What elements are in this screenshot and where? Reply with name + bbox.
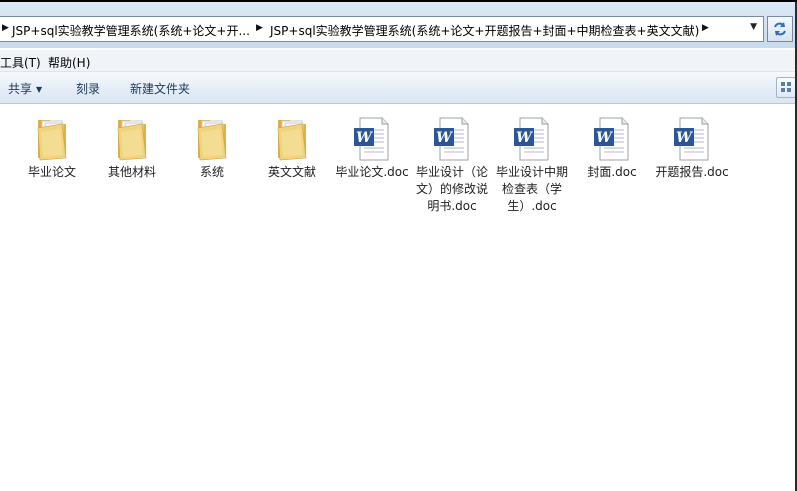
svg-text:W: W — [516, 130, 533, 146]
change-view-button[interactable] — [776, 77, 796, 98]
word-document-icon: W — [434, 117, 469, 161]
burn-button[interactable]: 刻录 — [76, 80, 100, 97]
refresh-button[interactable] — [767, 16, 793, 42]
file-name: 其他材料 — [107, 165, 156, 179]
folder-icon — [37, 120, 67, 161]
file-name: 英文文献 — [267, 165, 316, 179]
refresh-icon — [774, 22, 786, 36]
new-folder-button[interactable]: 新建文件夹 — [130, 80, 190, 97]
view-grid-icon — [781, 82, 791, 92]
breadcrumb-chevron-icon[interactable]: ▶ — [702, 23, 709, 33]
share-button-label: 共享 — [8, 82, 33, 96]
word-document-icon: W — [674, 117, 709, 161]
file-name: 开题报告.doc — [655, 165, 729, 179]
folder-icon — [277, 120, 307, 161]
svg-text:W: W — [356, 130, 373, 146]
svg-text:W: W — [676, 130, 693, 146]
file-name: 毕业设计中期检查表（学生）.doc — [495, 165, 568, 213]
address-bar-row: ▶ JSP+sql实验教学管理系统(系统+论文+开... ▶ JSP+sql实验… — [0, 2, 797, 48]
word-document-icon: W — [594, 117, 629, 161]
menu-tools[interactable]: 工具(T) — [0, 54, 41, 71]
address-dropdown-icon[interactable]: ▼ — [750, 22, 757, 32]
breadcrumb-parent[interactable]: JSP+sql实验教学管理系统(系统+论文+开... — [12, 22, 250, 39]
file-name: 毕业设计（论文）的修改说明书.doc — [415, 165, 488, 213]
breadcrumb-chevron-icon[interactable]: ▶ — [256, 23, 263, 33]
menu-help[interactable]: 帮助(H) — [48, 54, 90, 71]
address-bar[interactable]: ▶ JSP+sql实验教学管理系统(系统+论文+开... ▶ JSP+sql实验… — [0, 16, 764, 42]
breadcrumb-chevron-icon[interactable]: ▶ — [2, 23, 9, 33]
breadcrumb-current[interactable]: JSP+sql实验教学管理系统(系统+论文+开题报告+封面+中期检查表+英文文献… — [270, 22, 699, 39]
file-name: 毕业论文 — [27, 165, 76, 179]
folder-icon — [197, 120, 227, 161]
command-bar: 共享 ▼ 刻录 新建文件夹 — [0, 72, 797, 104]
file-name: 封面.doc — [587, 165, 637, 179]
svg-text:W: W — [436, 130, 453, 146]
word-document-icon: W — [354, 117, 389, 161]
file-name: 系统 — [199, 165, 224, 179]
file-list: 毕业论文 其他材料 系统 英文文献 W 毕业论文.doc W 毕业设计（论文）的… — [0, 104, 795, 491]
share-button[interactable]: 共享 ▼ — [8, 80, 42, 97]
folder-icon — [117, 120, 147, 161]
chevron-down-icon: ▼ — [36, 85, 43, 94]
menu-bar: 工具(T) 帮助(H) — [0, 50, 797, 72]
word-document-icon: W — [514, 117, 549, 161]
svg-text:W: W — [596, 130, 613, 146]
file-name: 毕业论文.doc — [335, 165, 409, 179]
